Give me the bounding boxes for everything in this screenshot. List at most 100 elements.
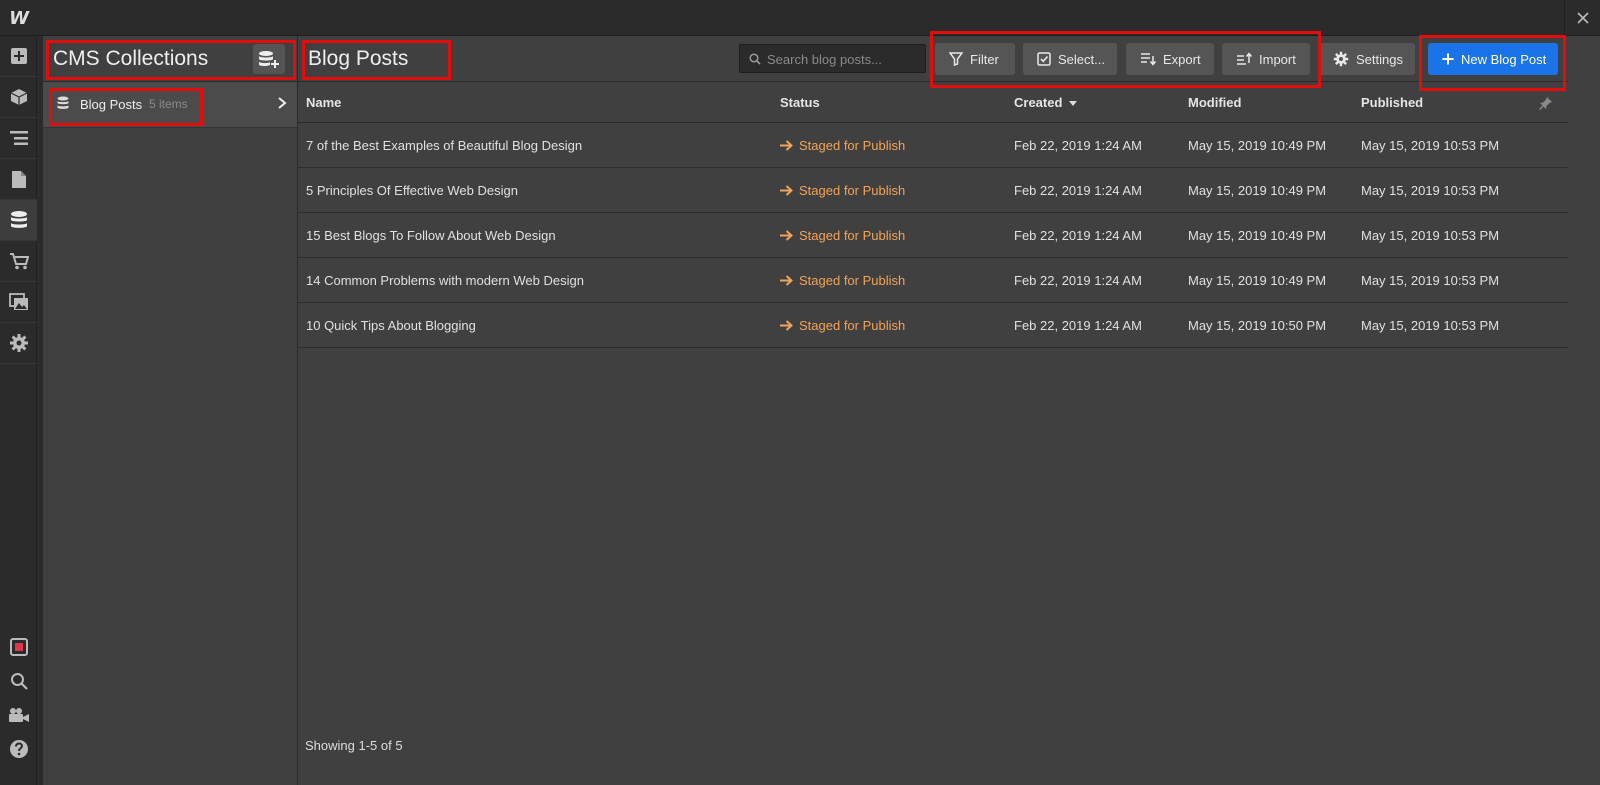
arrow-right-icon	[780, 230, 793, 241]
navigator-icon	[9, 131, 28, 145]
main-header: Blog Posts Search blog posts... Filter S…	[298, 36, 1568, 82]
sort-down-icon	[1069, 101, 1078, 106]
export-button[interactable]: Export	[1126, 43, 1214, 75]
row-modified: May 15, 2019 10:49 PM	[1188, 138, 1327, 153]
gear-icon	[1333, 51, 1349, 67]
arrow-right-icon	[780, 185, 793, 196]
webflow-logo[interactable]: W	[0, 0, 38, 36]
row-created: Feb 22, 2019 1:24 AM	[1014, 273, 1142, 288]
filter-icon	[949, 52, 963, 66]
top-bar: W	[0, 0, 1600, 36]
column-created-label: Created	[1014, 95, 1063, 110]
new-blog-post-button[interactable]: New Blog Post	[1428, 43, 1558, 75]
row-modified: May 15, 2019 10:49 PM	[1188, 228, 1327, 243]
plus-icon	[10, 48, 27, 64]
row-published: May 15, 2019 10:53 PM	[1361, 138, 1500, 153]
row-status-text: Staged for Publish	[799, 138, 906, 153]
arrow-right-icon	[780, 275, 793, 286]
column-name[interactable]: Name	[306, 95, 341, 110]
checkbox-icon	[1037, 52, 1051, 66]
row-status-text: Staged for Publish	[799, 318, 906, 333]
database-icon	[57, 96, 69, 109]
row-published: May 15, 2019 10:53 PM	[1361, 183, 1500, 198]
stop-icon	[9, 638, 28, 656]
search-icon	[10, 673, 28, 690]
collection-item-blog-posts[interactable]: Blog Posts 5 items	[43, 82, 297, 128]
help-button[interactable]	[0, 732, 37, 766]
table-row[interactable]: 10 Quick Tips About Blogging Staged for …	[298, 303, 1568, 348]
assets-button[interactable]	[0, 282, 37, 323]
column-modified[interactable]: Modified	[1188, 95, 1241, 110]
close-button[interactable]	[1564, 0, 1600, 36]
add-collection-button[interactable]	[253, 44, 285, 74]
search-placeholder: Search blog posts...	[767, 52, 882, 67]
settings-label: Settings	[1356, 51, 1403, 67]
database-icon	[10, 211, 27, 228]
box-icon	[10, 89, 27, 105]
row-name: 14 Common Problems with modern Web Desig…	[306, 273, 584, 288]
column-status[interactable]: Status	[780, 95, 820, 110]
row-published: May 15, 2019 10:53 PM	[1361, 228, 1500, 243]
new-blog-post-label: New Blog Post	[1461, 51, 1547, 67]
cart-icon	[9, 253, 29, 270]
select-button[interactable]: Select...	[1023, 43, 1117, 75]
collection-name: Blog Posts	[80, 97, 143, 112]
row-modified: May 15, 2019 10:49 PM	[1188, 273, 1327, 288]
table-row[interactable]: 15 Best Blogs To Follow About Web Design…	[298, 213, 1568, 258]
chevron-right-icon	[278, 97, 287, 109]
symbols-button[interactable]	[0, 77, 37, 118]
row-status-text: Staged for Publish	[799, 183, 906, 198]
video-tutorials-button[interactable]	[0, 698, 37, 732]
filter-button[interactable]: Filter	[935, 43, 1015, 75]
cms-button[interactable]	[0, 200, 37, 241]
arrow-right-icon	[780, 320, 793, 331]
page-icon	[11, 170, 26, 188]
navigator-button[interactable]	[0, 118, 37, 159]
import-label: Import	[1259, 51, 1296, 67]
row-name: 10 Quick Tips About Blogging	[306, 318, 476, 333]
select-label: Select...	[1058, 51, 1105, 67]
export-icon	[1141, 53, 1156, 66]
pages-button[interactable]	[0, 159, 37, 200]
add-panel-button[interactable]	[0, 36, 37, 77]
collections-panel: CMS Collections Blog Posts 5 items	[43, 36, 298, 785]
settings-button[interactable]: Settings	[1319, 43, 1415, 75]
stop-preview-button[interactable]	[0, 630, 37, 664]
ecommerce-button[interactable]	[0, 241, 37, 282]
row-status: Staged for Publish	[780, 183, 905, 198]
items-table: Name Status Created Modified Published 7…	[298, 82, 1568, 348]
export-label: Export	[1163, 51, 1201, 67]
column-published[interactable]: Published	[1361, 95, 1423, 110]
row-created: Feb 22, 2019 1:24 AM	[1014, 183, 1142, 198]
row-created: Feb 22, 2019 1:24 AM	[1014, 318, 1142, 333]
pin-icon[interactable]	[1539, 96, 1553, 110]
images-icon	[8, 293, 28, 310]
row-published: May 15, 2019 10:53 PM	[1361, 273, 1500, 288]
arrow-right-icon	[780, 140, 793, 151]
main-panel: Blog Posts Search blog posts... Filter S…	[298, 36, 1600, 785]
row-name: 15 Best Blogs To Follow About Web Design	[306, 228, 556, 243]
search-input[interactable]: Search blog posts...	[739, 44, 926, 73]
table-row[interactable]: 14 Common Problems with modern Web Desig…	[298, 258, 1568, 303]
row-published: May 15, 2019 10:53 PM	[1361, 318, 1500, 333]
table-row[interactable]: 5 Principles Of Effective Web Design Sta…	[298, 168, 1568, 213]
row-modified: May 15, 2019 10:50 PM	[1188, 318, 1327, 333]
table-row[interactable]: 7 of the Best Examples of Beautiful Blog…	[298, 123, 1568, 168]
row-name: 5 Principles Of Effective Web Design	[306, 183, 518, 198]
table-header: Name Status Created Modified Published	[298, 82, 1568, 123]
add-database-icon	[259, 51, 279, 68]
row-status-text: Staged for Publish	[799, 273, 906, 288]
settings-nav-button[interactable]	[0, 323, 37, 364]
row-modified: May 15, 2019 10:49 PM	[1188, 183, 1327, 198]
page-title: Blog Posts	[308, 47, 409, 70]
import-icon	[1237, 52, 1252, 65]
collections-title: CMS Collections	[53, 47, 209, 70]
import-button[interactable]: Import	[1222, 43, 1310, 75]
help-icon	[9, 740, 28, 758]
logo-text: W	[9, 7, 29, 29]
video-icon	[8, 708, 29, 722]
plus-icon	[1442, 53, 1454, 65]
gear-icon	[9, 334, 28, 352]
column-created[interactable]: Created	[1014, 95, 1078, 110]
search-nav-button[interactable]	[0, 664, 37, 698]
